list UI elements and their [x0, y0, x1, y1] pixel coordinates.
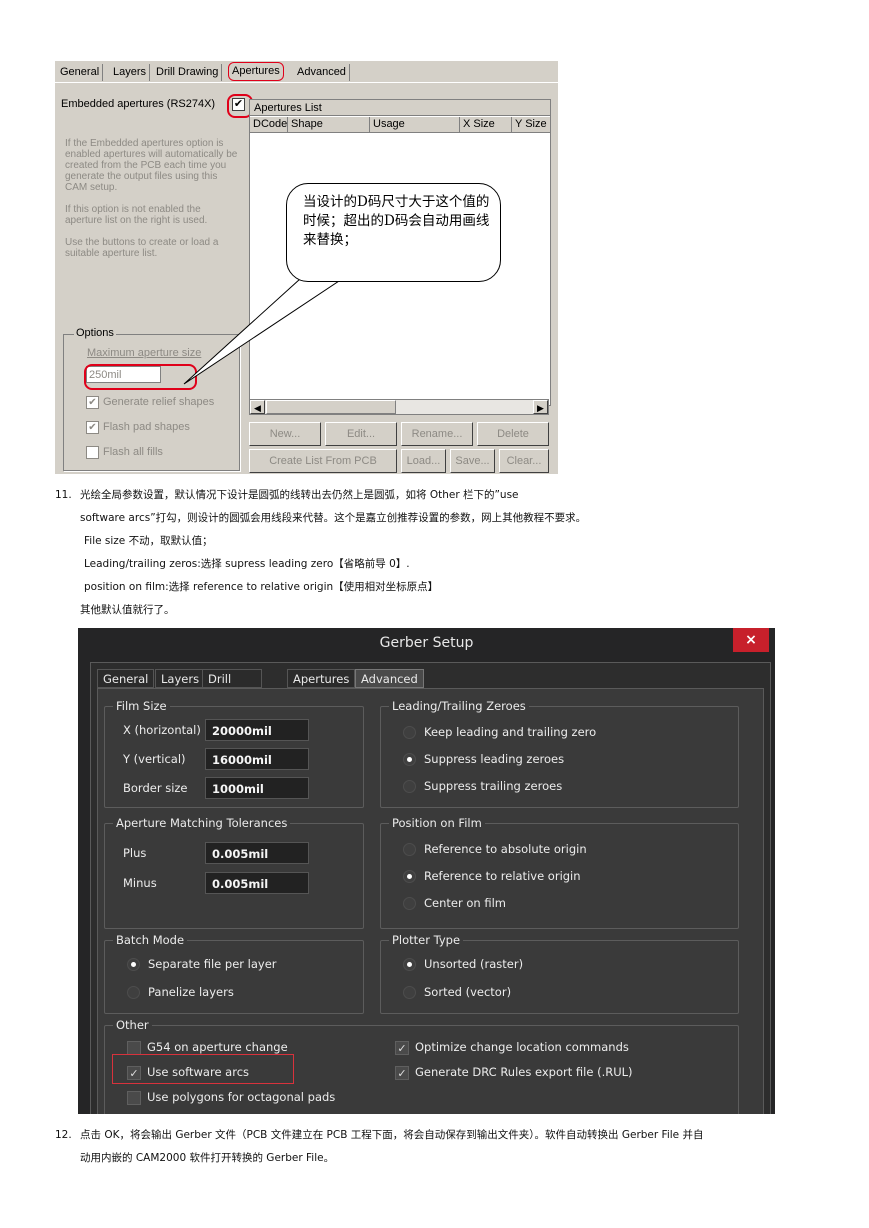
radio-label: Sorted (vector): [424, 985, 512, 999]
suppress-leading-radio[interactable]: Suppress leading zeroes: [403, 751, 564, 767]
suppress-trailing-radio[interactable]: Suppress trailing zeroes: [403, 778, 562, 794]
checkbox-empty-icon: [127, 1090, 141, 1105]
group-legend: Film Size: [113, 699, 170, 713]
checkbox-label: Use polygons for octagonal pads: [147, 1090, 336, 1104]
drc-rules-export-checkbox[interactable]: ✓ Generate DRC Rules export file (.RUL): [395, 1064, 633, 1080]
checkmark-icon: ✓: [395, 1040, 409, 1055]
group-legend: Batch Mode: [113, 933, 188, 947]
step-text: 动用内嵌的 CAM2000 软件打开转换的 Gerber File。: [80, 1152, 335, 1164]
absolute-origin-radio[interactable]: Reference to absolute origin: [403, 841, 587, 857]
border-size-label: Border size: [123, 781, 188, 795]
film-x-input[interactable]: 20000mil: [205, 719, 309, 741]
tab-layers[interactable]: Layers: [155, 669, 206, 688]
dialog-title: Gerber Setup: [379, 635, 474, 651]
radio-label: Keep leading and trailing zero: [424, 725, 597, 739]
tab-advanced[interactable]: Advanced: [355, 669, 424, 688]
step-number: 11.: [55, 489, 72, 501]
radio-icon: [403, 780, 416, 793]
checkbox-label: G54 on aperture change: [147, 1040, 288, 1054]
sorted-vector-radio[interactable]: Sorted (vector): [403, 984, 511, 1000]
dialog-body: General Layers Drill Drawing Apertures A…: [90, 662, 771, 1114]
radio-selected-icon: [403, 870, 416, 883]
aperture-tolerances-group: Aperture Matching Tolerances Plus 0.005m…: [104, 816, 364, 929]
radio-label: Suppress trailing zeroes: [424, 779, 563, 793]
border-size-input[interactable]: 1000mil: [205, 777, 309, 799]
group-legend: Other: [113, 1018, 152, 1032]
step-number: 12.: [55, 1129, 72, 1141]
tab-general[interactable]: General: [97, 669, 155, 688]
radio-icon: [403, 986, 416, 999]
panelize-layers-radio[interactable]: Panelize layers: [127, 984, 234, 1000]
group-legend: Leading/Trailing Zeroes: [389, 699, 529, 713]
film-y-input[interactable]: 16000mil: [205, 748, 309, 770]
step-text: File size 不动，取默认值；: [84, 535, 213, 547]
radio-selected-icon: [127, 958, 140, 971]
radio-label: Panelize layers: [148, 985, 234, 999]
keep-zeroes-radio[interactable]: Keep leading and trailing zero: [403, 724, 596, 740]
radio-label: Suppress leading zeroes: [424, 752, 565, 766]
batch-mode-group: Batch Mode Separate file per layer Panel…: [104, 933, 364, 1014]
film-y-label: Y (vertical): [123, 752, 186, 766]
gerber-setup-dialog: Gerber Setup × General Layers Drill Draw…: [78, 628, 775, 1114]
callout-pointer-cover: [301, 278, 341, 280]
group-legend: Position on Film: [389, 816, 485, 830]
radio-label: Reference to relative origin: [424, 869, 581, 883]
unsorted-raster-radio[interactable]: Unsorted (raster): [403, 956, 523, 972]
film-x-label: X (horizontal): [123, 723, 201, 737]
radio-label: Center on film: [424, 896, 506, 910]
step-text: software arcs”打勾，则设计的圆弧会用线段来代替。这个是嘉立创推荐设…: [80, 512, 587, 524]
checkbox-empty-icon: [127, 1040, 141, 1055]
highlight-box: [112, 1054, 294, 1084]
step-text: position on film:选择 reference to relativ…: [84, 581, 439, 593]
radio-icon: [403, 843, 416, 856]
center-on-film-radio[interactable]: Center on film: [403, 895, 506, 911]
checkmark-icon: ✓: [395, 1065, 409, 1080]
radio-label: Reference to absolute origin: [424, 842, 587, 856]
tab-apertures[interactable]: Apertures: [287, 669, 356, 688]
radio-selected-icon: [403, 958, 416, 971]
octagonal-pads-checkbox[interactable]: Use polygons for octagonal pads: [127, 1089, 335, 1105]
plus-input[interactable]: 0.005mil: [205, 842, 309, 864]
step-text: 光绘全局参数设置，默认情况下设计是圆弧的线转出去仍然上是圆弧，如将 Other …: [80, 489, 519, 501]
radio-icon: [403, 897, 416, 910]
minus-label: Minus: [123, 876, 157, 890]
position-on-film-group: Position on Film Reference to absolute o…: [380, 816, 739, 929]
plotter-type-group: Plotter Type Unsorted (raster) Sorted (v…: [380, 933, 739, 1014]
step-text: 点击 OK，将会输出 Gerber 文件（PCB 文件建立在 PCB 工程下面，…: [80, 1129, 704, 1141]
radio-icon: [403, 726, 416, 739]
step-text: Leading/trailing zeros:选择 supress leadin…: [84, 558, 410, 570]
relative-origin-radio[interactable]: Reference to relative origin: [403, 868, 581, 884]
separate-file-radio[interactable]: Separate file per layer: [127, 956, 277, 972]
step-text: 其他默认值就行了。: [80, 604, 175, 616]
g54-checkbox[interactable]: G54 on aperture change: [127, 1039, 288, 1055]
radio-selected-icon: [403, 753, 416, 766]
radio-icon: [127, 986, 140, 999]
tab-drill-drawing[interactable]: Drill Drawing: [202, 669, 262, 705]
plus-label: Plus: [123, 846, 147, 860]
group-legend: Plotter Type: [389, 933, 464, 947]
close-icon[interactable]: ×: [733, 628, 769, 652]
optimize-change-location-checkbox[interactable]: ✓ Optimize change location commands: [395, 1039, 629, 1055]
checkbox-label: Generate DRC Rules export file (.RUL): [415, 1065, 633, 1079]
group-legend: Aperture Matching Tolerances: [113, 816, 291, 830]
checkbox-label: Optimize change location commands: [415, 1040, 629, 1054]
leading-trailing-zeroes-group: Leading/Trailing Zeroes Keep leading and…: [380, 699, 739, 808]
radio-label: Unsorted (raster): [424, 957, 524, 971]
advanced-panel: Film Size X (horizontal) 20000mil Y (ver…: [97, 688, 764, 1114]
film-size-group: Film Size X (horizontal) 20000mil Y (ver…: [104, 699, 364, 808]
minus-input[interactable]: 0.005mil: [205, 872, 309, 894]
radio-label: Separate file per layer: [148, 957, 277, 971]
